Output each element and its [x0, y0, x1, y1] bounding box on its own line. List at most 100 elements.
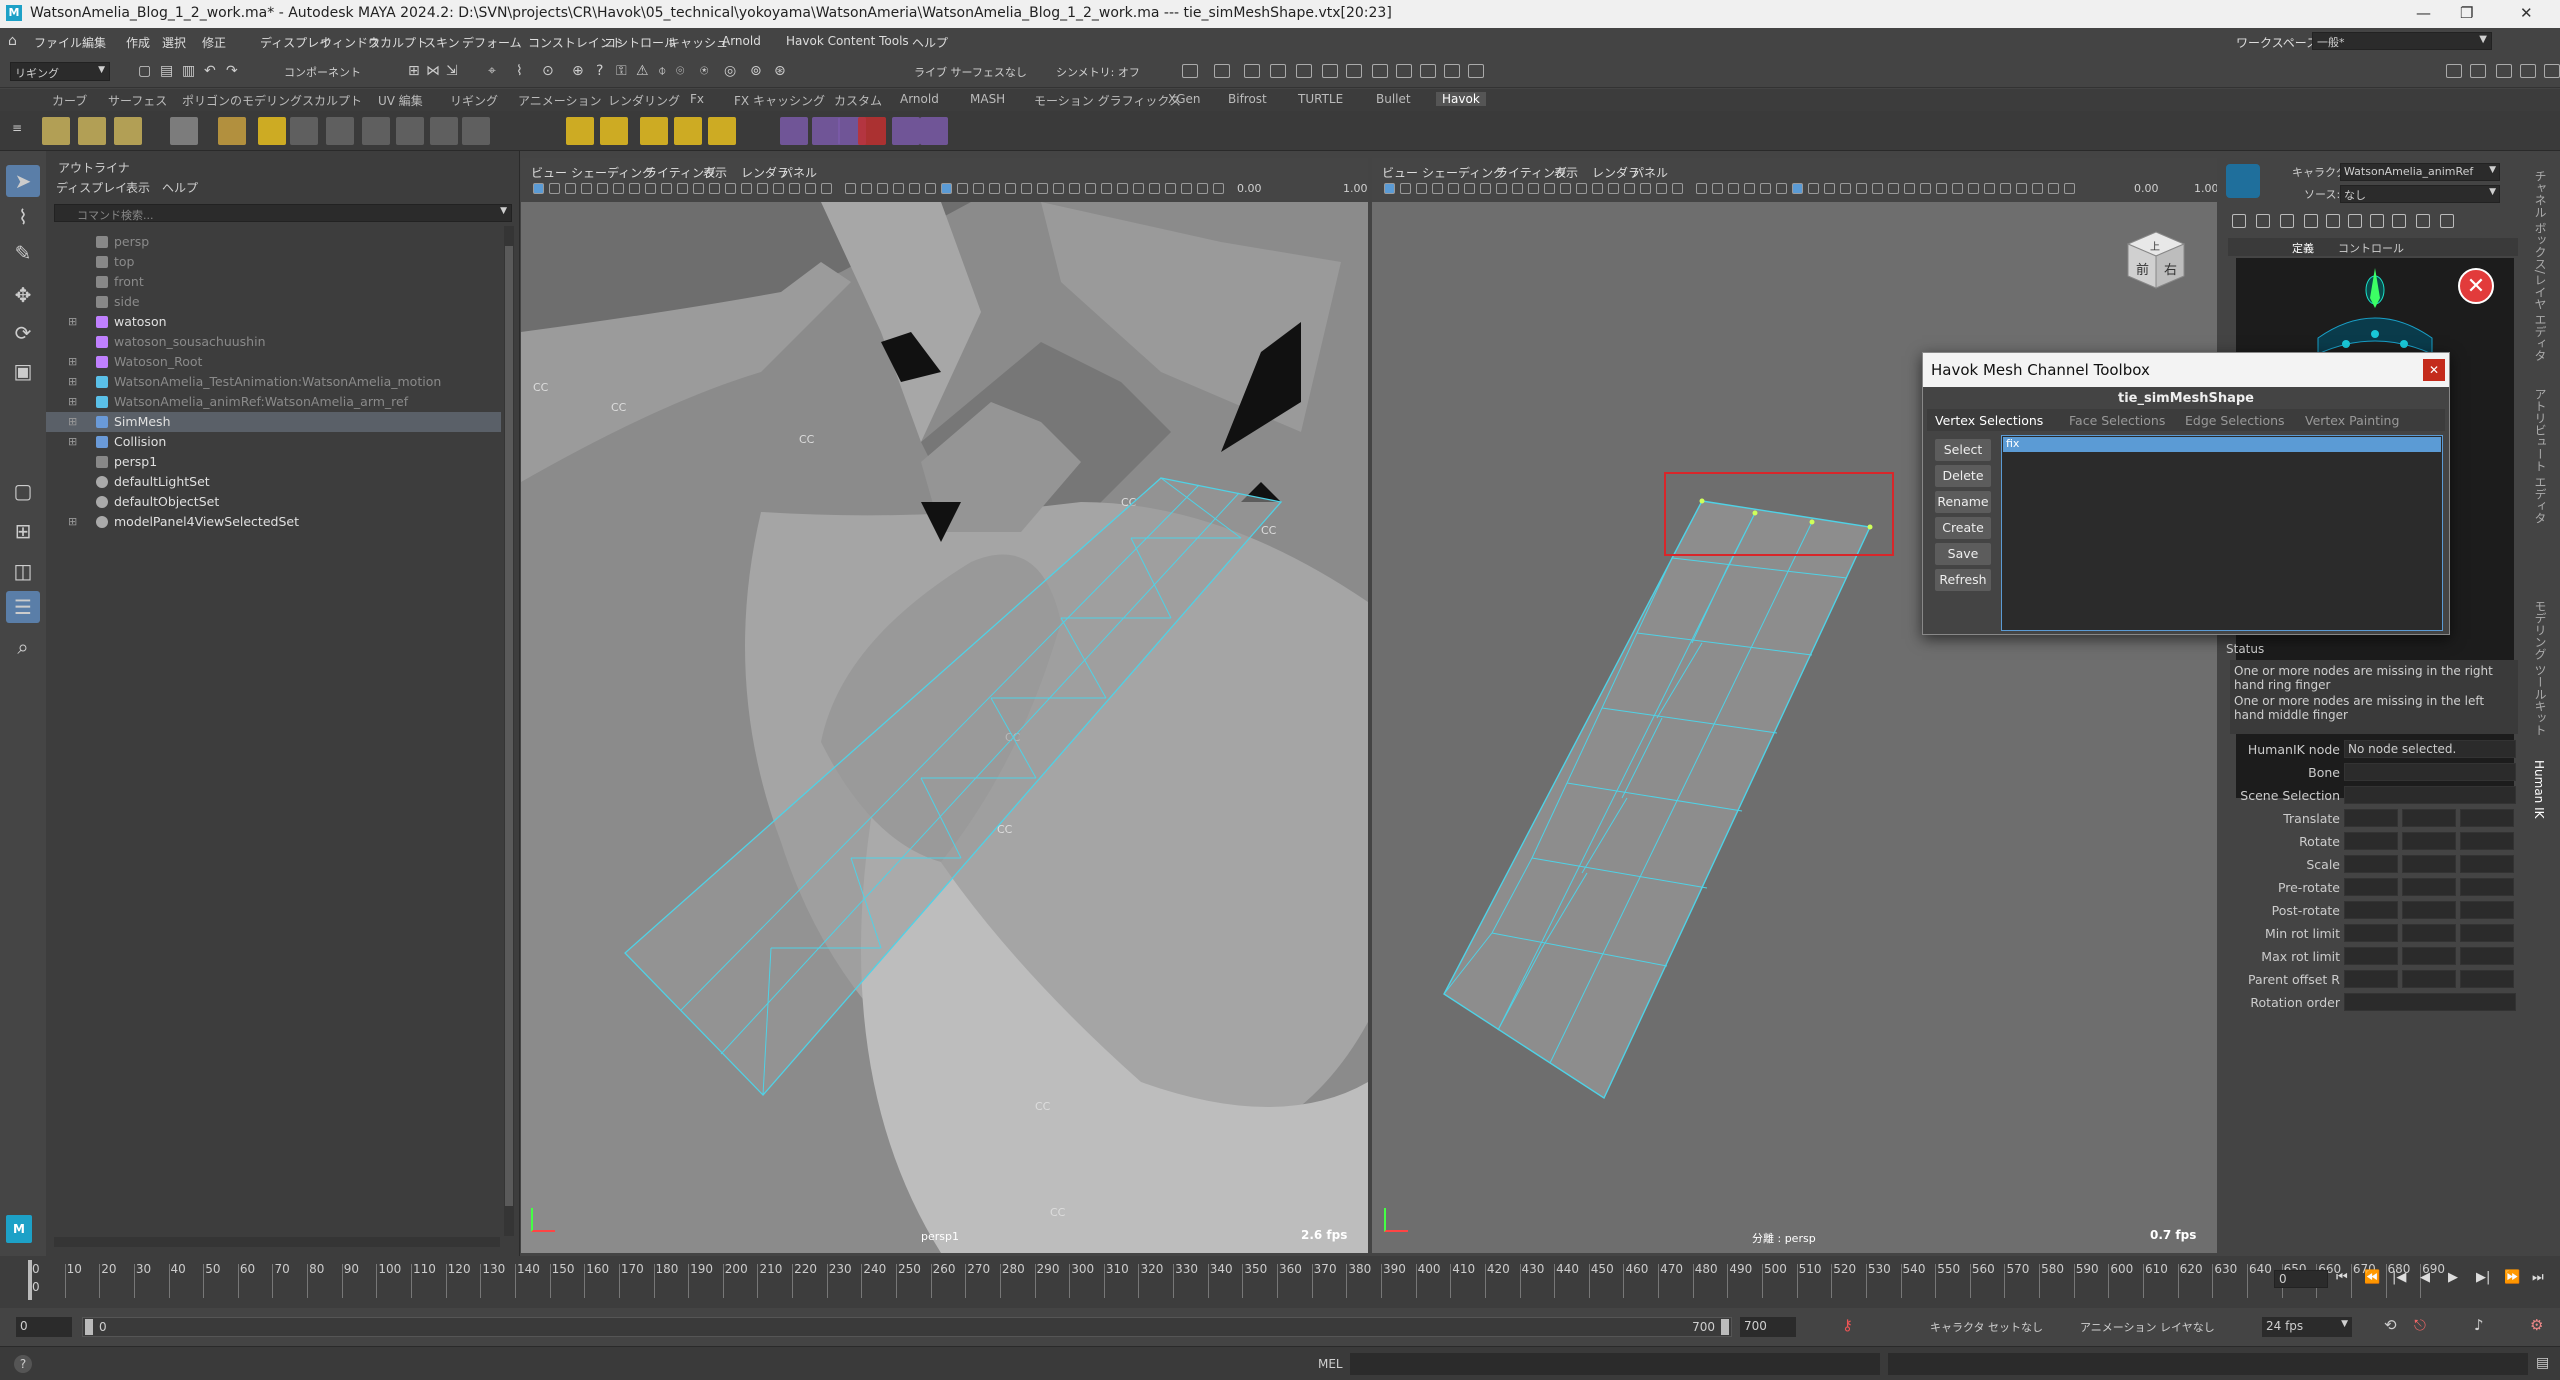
viewport-left[interactable]: ビュー シェーディング ライティング 表示 レンダラ パネル 0.00 1.00 CC CC…: [521, 158, 1368, 1253]
shelf-tab[interactable]: Bullet: [1376, 92, 1411, 106]
scale-tool-icon[interactable]: ▣: [6, 355, 40, 387]
outliner-item[interactable]: persp1: [46, 452, 501, 472]
tab-controls[interactable]: コントロール: [2338, 240, 2404, 256]
menu-item[interactable]: 選択: [162, 34, 186, 51]
humanik-attr-field[interactable]: [2460, 809, 2514, 827]
panel-toggle-icon[interactable]: [2544, 64, 2560, 78]
humanik-attr-field[interactable]: [2460, 924, 2514, 942]
havok-shelf-tool-icon[interactable]: [170, 117, 198, 145]
shelf-tab[interactable]: スカルプト: [302, 92, 362, 109]
outliner-item[interactable]: ⊞ WatsonAmelia_TestAnimation:WatsonAmelia…: [46, 372, 501, 392]
maximize-button[interactable]: ❐: [2460, 4, 2473, 22]
status-tool-icon[interactable]: ⍟: [700, 63, 708, 79]
minimize-button[interactable]: —: [2416, 4, 2431, 22]
search-icon[interactable]: ⌕: [6, 631, 40, 663]
playback-control-icon[interactable]: ⏪: [2364, 1270, 2380, 1285]
selection-list-item[interactable]: fix: [2003, 437, 2441, 452]
expand-toggle-icon[interactable]: ⊞: [68, 392, 77, 412]
paint-tool-icon[interactable]: ✎: [6, 237, 40, 269]
humanik-attr-field[interactable]: [2402, 878, 2456, 896]
status-tool-icon[interactable]: ⌇: [516, 63, 523, 79]
status-tool-icon[interactable]: ?: [596, 63, 603, 79]
range-handle-left[interactable]: [85, 1319, 93, 1335]
outliner-menu-item[interactable]: 表示: [126, 179, 150, 196]
havok-shelf-tool-icon[interactable]: [566, 117, 594, 145]
menu-item[interactable]: ファイル: [34, 34, 82, 51]
outliner-item[interactable]: persp: [46, 232, 501, 252]
havok-shelf-tool-icon[interactable]: [640, 117, 668, 145]
fps-dropdown[interactable]: 24 fps ▼: [2262, 1317, 2352, 1337]
havok-tab[interactable]: Vertex Selections: [1935, 413, 2043, 428]
humanik-attr-field[interactable]: [2344, 809, 2398, 827]
humanik-attr-field[interactable]: [2344, 970, 2398, 988]
panel-toggle-icon[interactable]: [2496, 64, 2512, 78]
humanik-attr-field[interactable]: [2344, 901, 2398, 919]
shelf-tab[interactable]: MASH: [970, 92, 1005, 106]
humanik-toolbar-icon[interactable]: [2326, 214, 2340, 228]
status-tool-icon[interactable]: ⌾: [676, 63, 684, 79]
view-cube-icon[interactable]: 前 右 上: [2118, 218, 2194, 294]
close-definition-icon[interactable]: ✕: [2458, 268, 2494, 304]
expand-toggle-icon[interactable]: ⊞: [68, 512, 77, 532]
status-tool-icon[interactable]: ⇲: [446, 63, 458, 79]
outliner-item[interactable]: defaultObjectSet: [46, 492, 501, 512]
havok-shelf-tool-icon[interactable]: [362, 117, 390, 145]
outliner-item[interactable]: ⊞ modelPanel4ViewSelectedSet: [46, 512, 501, 532]
havok-shelf-tool-icon[interactable]: [462, 117, 490, 145]
havok-shelf-tool-icon[interactable]: [396, 117, 424, 145]
humanik-toolbar-icon[interactable]: [2280, 214, 2294, 228]
render-toolbar-icon[interactable]: [1444, 64, 1460, 78]
status-tool-icon[interactable]: ⊚: [750, 63, 762, 79]
render-toolbar-icon[interactable]: [1182, 64, 1198, 78]
sound-icon[interactable]: ♪: [2474, 1316, 2484, 1334]
humanik-toolbar-icon[interactable]: [2440, 214, 2454, 228]
dialog-close-icon[interactable]: ✕: [2423, 359, 2445, 381]
shelf-tab[interactable]: Fx: [690, 92, 704, 106]
havok-shelf-tool-icon[interactable]: [114, 117, 142, 145]
single-view-icon[interactable]: ▢: [6, 475, 40, 507]
render-toolbar-icon[interactable]: [1322, 64, 1338, 78]
shelf-tab[interactable]: UV 編集: [378, 92, 423, 109]
humanik-toolbar-icon[interactable]: [2256, 214, 2270, 228]
playback-control-icon[interactable]: ⏭: [2532, 1270, 2544, 1285]
havok-shelf-tool-icon[interactable]: [78, 117, 106, 145]
havok-shelf-tool-icon[interactable]: [290, 117, 318, 145]
humanik-attr-field[interactable]: [2344, 947, 2398, 965]
havok-shelf-tool-icon[interactable]: [780, 117, 808, 145]
source-dropdown[interactable]: なし ▼: [2340, 185, 2500, 203]
status-tool-icon[interactable]: ◎: [724, 63, 736, 79]
humanik-node-field[interactable]: No node selected.: [2344, 740, 2516, 758]
help-icon[interactable]: ?: [14, 1355, 32, 1373]
outliner-item[interactable]: ⊞ watoson: [46, 312, 501, 332]
shelf-tab[interactable]: Bifrost: [1228, 92, 1267, 106]
humanik-attr-field[interactable]: [2344, 878, 2398, 896]
range-track[interactable]: 0 700: [82, 1317, 1732, 1337]
tab-definition[interactable]: 定義: [2292, 240, 2314, 256]
outliner-hscrollbar[interactable]: [54, 1237, 500, 1247]
havok-shelf-tool-icon[interactable]: [920, 117, 948, 145]
outliner-menu-item[interactable]: ヘルプ: [162, 179, 198, 196]
menu-item[interactable]: 編集: [82, 34, 106, 51]
outliner-item[interactable]: side: [46, 292, 501, 312]
side-tab[interactable]: アトリビュート エディタ: [2532, 388, 2549, 524]
viewport-right[interactable]: ビューシェーディングライティング表示レンダラパネル 0.00 1.00: [1372, 158, 2217, 1253]
playback-control-icon[interactable]: ⏩: [2504, 1270, 2520, 1285]
shelf-tab[interactable]: Havok: [1436, 92, 1486, 106]
sim-mesh-wireframe-left[interactable]: [521, 158, 1368, 1253]
outliner-item[interactable]: defaultLightSet: [46, 472, 501, 492]
status-tool-icon[interactable]: ▤: [160, 63, 173, 79]
havok-shelf-tool-icon[interactable]: [430, 117, 458, 145]
shelf-tab[interactable]: アニメーション: [518, 92, 602, 109]
status-tool-icon[interactable]: ⚿: [616, 63, 627, 79]
shelf-tab[interactable]: サーフェス: [108, 92, 167, 109]
menu-item[interactable]: 作成: [126, 34, 150, 51]
outliner-item[interactable]: ⊞ WatsonAmelia_animRef:WatsonAmelia_arm_r…: [46, 392, 501, 412]
status-tool-icon[interactable]: ▢: [138, 63, 151, 79]
lasso-tool-icon[interactable]: ⌇: [6, 201, 40, 233]
humanik-toolbar-icon[interactable]: [2304, 214, 2318, 228]
expand-toggle-icon[interactable]: ⊞: [68, 352, 77, 372]
move-tool-icon[interactable]: ✥: [6, 279, 40, 311]
mel-input[interactable]: [1350, 1353, 1880, 1375]
status-tool-icon[interactable]: ↷: [226, 63, 238, 79]
havok-shelf-tool-icon[interactable]: [674, 117, 702, 145]
